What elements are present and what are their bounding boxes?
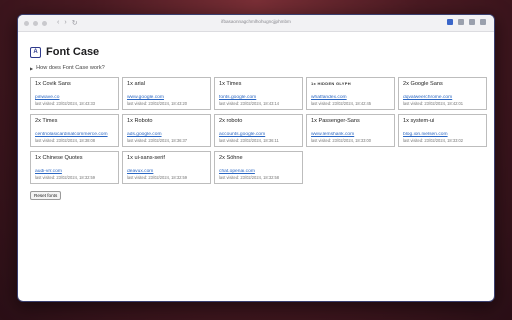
font-card: 1x Roboto ads.google.com last visited: 2… <box>122 114 211 147</box>
font-name: 2x Söhne <box>219 155 243 161</box>
back-arrow-icon[interactable]: ‹ <box>57 19 59 27</box>
nav-buttons: ‹ › ↻ <box>57 19 78 27</box>
site-link[interactable]: chat.openai.com <box>219 169 298 174</box>
site-link[interactable]: accounts.google.com <box>219 132 298 137</box>
font-name: 2x Times <box>35 118 58 124</box>
last-visited: last visited: 23/02/2024, 18:33:02 <box>403 138 464 143</box>
font-card: 2x Times centriolasicardinalcommerce.com… <box>30 114 119 147</box>
last-visited: last visited: 23/02/2024, 18:42:45 <box>311 101 372 106</box>
last-visited: last visited: 23/02/2024, 18:36:37 <box>127 138 188 143</box>
font-name: 1x Passenger-Sans <box>311 118 360 124</box>
site-link[interactable]: deavux.com <box>127 169 206 174</box>
site-link[interactable]: whatfandex.com <box>311 95 390 100</box>
last-visited: last visited: 23/02/2024, 18:32:59 <box>35 175 96 180</box>
font-card: 1x HIDDEN GLYPH whatfandex.com last visi… <box>306 77 395 110</box>
font-name: 1x Chinese Quotes <box>35 155 83 161</box>
forward-arrow-icon[interactable]: › <box>64 19 66 27</box>
last-visited: last visited: 23/02/2024, 18:43:20 <box>127 101 188 106</box>
font-card: 1x Covik Sans pinwave.co last visited: 2… <box>30 77 119 110</box>
page-content: A Font Case ▶ How does Font Case work? 1… <box>18 32 494 202</box>
site-link[interactable]: www.google.com <box>127 95 206 100</box>
font-name: 1x system-ui <box>403 118 435 124</box>
font-name: 2x Google Sans <box>403 81 443 87</box>
font-card: 2x Söhne chat.openai.com last visited: 2… <box>214 151 303 184</box>
font-name: 1x Roboto <box>127 118 153 124</box>
last-visited: last visited: 23/02/2024, 18:32:59 <box>127 175 188 180</box>
reload-icon[interactable]: ↻ <box>72 19 78 27</box>
last-visited: last visited: 23/02/2024, 18:43:14 <box>219 101 280 106</box>
font-name: 1x Times <box>219 81 242 87</box>
disclosure-triangle-icon: ▶ <box>30 65 34 71</box>
font-card-grid: 1x Covik Sans pinwave.co last visited: 2… <box>30 77 487 184</box>
font-card: 1x Chinese Quotes audi-vrr.com last visi… <box>30 151 119 184</box>
font-case-logo-icon: A <box>30 46 41 58</box>
font-card: 2x roboto accounts.google.com last visit… <box>214 114 303 147</box>
page-title: Font Case <box>46 46 100 58</box>
last-visited: last visited: 23/02/2024, 18:42:01 <box>403 101 464 106</box>
font-name: 1x Covik Sans <box>35 81 71 87</box>
font-case-extension-icon[interactable] <box>447 19 453 25</box>
site-link[interactable]: blog.ion.nielsen.com <box>403 132 482 137</box>
font-name: 1x ui-sans-serif <box>127 155 165 161</box>
font-card: 1x Times fonts.google.com last visited: … <box>214 77 303 110</box>
site-link[interactable]: ads.google.com <box>127 132 206 137</box>
faq-disclosure[interactable]: ▶ How does Font Case work? <box>30 65 482 71</box>
site-link[interactable]: audi-vrr.com <box>35 169 114 174</box>
zoom-window-button[interactable] <box>42 20 47 26</box>
site-link[interactable]: dqvalweerchrome.com <box>403 95 482 100</box>
font-card: 1x Passenger-Sans www.lemshank.com last … <box>306 114 395 147</box>
minimize-window-button[interactable] <box>33 20 38 26</box>
site-link[interactable]: centriolasicardinalcommerce.com <box>35 132 114 137</box>
site-link[interactable]: pinwave.co <box>35 95 114 100</box>
font-card: 1x system-ui blog.ion.nielsen.com last v… <box>398 114 487 147</box>
browser-window: ‹ › ↻ ifbasaonnagchmlhohugncjjphmbm A Fo… <box>17 14 495 302</box>
app-header: A Font Case <box>30 46 482 58</box>
site-link[interactable]: fonts.google.com <box>219 95 298 100</box>
extension-icon[interactable] <box>469 19 475 25</box>
address-bar[interactable]: ifbasaonnagchmlhohugncjjphmbm <box>221 19 291 24</box>
last-visited: last visited: 23/02/2024, 18:36:11 <box>219 138 279 143</box>
faq-label: How does Font Case work? <box>36 65 105 71</box>
last-visited: last visited: 23/02/2024, 18:33:00 <box>311 138 372 143</box>
window-controls <box>24 20 47 26</box>
last-visited: last visited: 23/02/2024, 18:43:33 <box>35 101 96 106</box>
font-card: 1x arial www.google.com last visited: 23… <box>122 77 211 110</box>
font-name: 1x arial <box>127 81 146 87</box>
close-window-button[interactable] <box>24 20 29 26</box>
reset-fonts-button[interactable]: Reset fonts <box>30 191 62 200</box>
font-card: 1x ui-sans-serif deavux.com last visited… <box>122 151 211 184</box>
font-name: 2x roboto <box>219 118 243 124</box>
last-visited: last visited: 23/02/2024, 18:32:58 <box>219 175 280 180</box>
extension-icon[interactable] <box>458 19 464 25</box>
extension-icon[interactable] <box>480 19 486 25</box>
extension-icons <box>447 19 486 25</box>
site-link[interactable]: www.lemshank.com <box>311 132 390 137</box>
last-visited: last visited: 23/02/2024, 18:38:08 <box>35 138 96 143</box>
font-name: 1x HIDDEN GLYPH <box>311 81 351 86</box>
font-card: 2x Google Sans dqvalweerchrome.com last … <box>398 77 487 110</box>
browser-titlebar: ‹ › ↻ ifbasaonnagchmlhohugncjjphmbm <box>18 15 494 32</box>
